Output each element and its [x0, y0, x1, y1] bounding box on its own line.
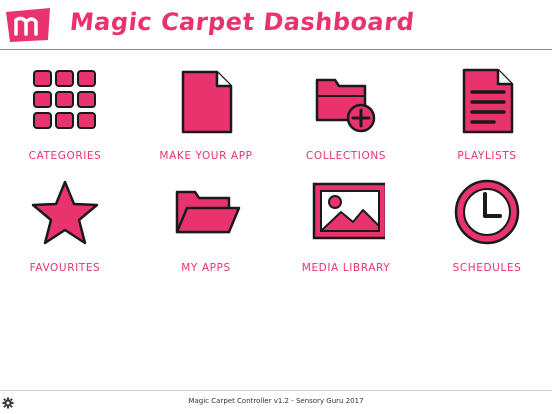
star-icon [31, 180, 99, 245]
tile-label: MEDIA LIBRARY [301, 262, 391, 274]
tile-label: COLLECTIONS [305, 150, 387, 162]
tile-label: CATEGORIES [28, 150, 102, 162]
tile-my-apps[interactable]: MY APPS [137, 178, 275, 290]
blank-page-icon [181, 70, 233, 134]
tile-make-your-app[interactable]: MAKE YOUR APP [137, 66, 275, 178]
footer-bar: Magic Carpet Controller v1.2 - Sensory G… [0, 390, 552, 414]
document-lines-icon [462, 68, 514, 134]
tile-label: MAKE YOUR APP [159, 150, 253, 162]
tile-label: FAVOURITES [29, 262, 101, 274]
tile-favourites[interactable]: FAVOURITES [0, 178, 134, 290]
folder-add-icon [315, 78, 376, 133]
tile-schedules[interactable]: SCHEDULES [418, 178, 552, 290]
tile-collections[interactable]: COLLECTIONS [277, 66, 415, 178]
tile-label: PLAYLISTS [457, 150, 517, 162]
clock-icon [454, 179, 520, 245]
image-icon [312, 182, 385, 240]
magic-carpet-logo-icon [6, 8, 50, 42]
tile-media-library[interactable]: MEDIA LIBRARY [277, 178, 415, 290]
tile-label: SCHEDULES [452, 262, 522, 274]
grid-icon [33, 70, 96, 129]
header-bar: Magic Carpet Dashboard [0, 0, 552, 50]
page-title: Magic Carpet Dashboard [68, 8, 416, 36]
tile-playlists[interactable]: PLAYLISTS [418, 66, 552, 178]
open-folder-icon [175, 190, 241, 234]
tile-categories[interactable]: CATEGORIES [0, 66, 134, 178]
footer-version-text: Magic Carpet Controller v1.2 - Sensory G… [188, 397, 364, 405]
tile-label: MY APPS [181, 262, 231, 274]
